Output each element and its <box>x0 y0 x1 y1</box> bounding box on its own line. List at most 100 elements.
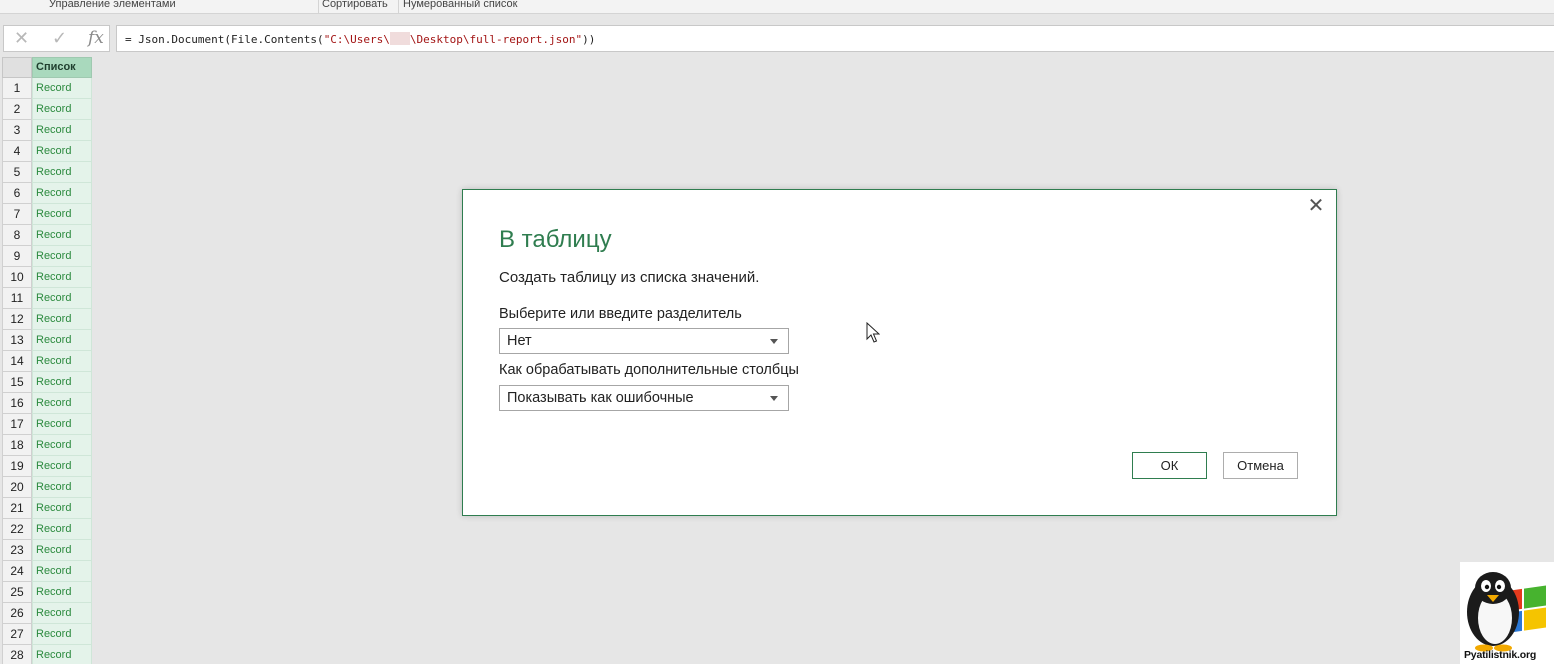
table-row[interactable]: 19 Record <box>2 456 92 477</box>
row-number[interactable]: 10 <box>2 267 32 288</box>
confirm-icon[interactable]: ✓ <box>52 28 67 49</box>
row-number[interactable]: 13 <box>2 330 32 351</box>
table-row[interactable]: 16 Record <box>2 393 92 414</box>
fx-icon[interactable]: fx <box>88 28 104 48</box>
record-cell[interactable]: Record <box>32 561 92 582</box>
table-row[interactable]: 14 Record <box>2 351 92 372</box>
record-cell[interactable]: Record <box>32 309 92 330</box>
table-row[interactable]: 15 Record <box>2 372 92 393</box>
delimiter-select[interactable]: Нет <box>499 328 789 354</box>
table-row[interactable]: 23 Record <box>2 540 92 561</box>
table-row[interactable]: 17 Record <box>2 414 92 435</box>
table-row[interactable]: 21 Record <box>2 498 92 519</box>
row-number[interactable]: 1 <box>2 78 32 99</box>
row-number[interactable]: 21 <box>2 498 32 519</box>
row-number[interactable]: 19 <box>2 456 32 477</box>
row-number[interactable]: 9 <box>2 246 32 267</box>
table-row[interactable]: 9 Record <box>2 246 92 267</box>
cancel-button[interactable]: Отмена <box>1223 452 1298 479</box>
row-number[interactable]: 3 <box>2 120 32 141</box>
row-number[interactable]: 7 <box>2 204 32 225</box>
row-number[interactable]: 11 <box>2 288 32 309</box>
record-cell[interactable]: Record <box>32 162 92 183</box>
record-cell[interactable]: Record <box>32 372 92 393</box>
table-row[interactable]: 25 Record <box>2 582 92 603</box>
table-row[interactable]: 20 Record <box>2 477 92 498</box>
table-row[interactable]: 26 Record <box>2 603 92 624</box>
record-cell[interactable]: Record <box>32 330 92 351</box>
record-cell[interactable]: Record <box>32 99 92 120</box>
record-cell[interactable]: Record <box>32 603 92 624</box>
record-cell[interactable]: Record <box>32 645 92 664</box>
row-number[interactable]: 4 <box>2 141 32 162</box>
formula-input[interactable]: = Json.Document(File.Contents("C:\Users\… <box>116 25 1554 52</box>
record-cell[interactable]: Record <box>32 477 92 498</box>
row-number[interactable]: 2 <box>2 99 32 120</box>
table-row[interactable]: 7 Record <box>2 204 92 225</box>
record-cell[interactable]: Record <box>32 183 92 204</box>
record-cell[interactable]: Record <box>32 393 92 414</box>
row-number[interactable]: 18 <box>2 435 32 456</box>
record-cell[interactable]: Record <box>32 120 92 141</box>
row-number[interactable]: 6 <box>2 183 32 204</box>
table-row[interactable]: 8 Record <box>2 225 92 246</box>
row-number[interactable]: 15 <box>2 372 32 393</box>
record-cell[interactable]: Record <box>32 267 92 288</box>
cancel-icon[interactable]: ✕ <box>14 28 29 49</box>
table-row[interactable]: 10 Record <box>2 267 92 288</box>
table-row[interactable]: 1 Record <box>2 78 92 99</box>
table-row[interactable]: 11 Record <box>2 288 92 309</box>
record-cell[interactable]: Record <box>32 204 92 225</box>
ok-button[interactable]: ОК <box>1132 452 1207 479</box>
table-row[interactable]: 12 Record <box>2 309 92 330</box>
row-number[interactable]: 25 <box>2 582 32 603</box>
table-row[interactable]: 28 Record <box>2 645 92 664</box>
row-number[interactable]: 16 <box>2 393 32 414</box>
table-row[interactable]: 18 Record <box>2 435 92 456</box>
record-cell[interactable]: Record <box>32 519 92 540</box>
row-number[interactable]: 23 <box>2 540 32 561</box>
row-number[interactable]: 8 <box>2 225 32 246</box>
grid-corner[interactable] <box>2 57 32 78</box>
to-table-dialog: ✕ В таблицу Создать таблицу из списка зн… <box>462 189 1337 516</box>
table-row[interactable]: 24 Record <box>2 561 92 582</box>
row-number[interactable]: 27 <box>2 624 32 645</box>
row-number[interactable]: 17 <box>2 414 32 435</box>
table-row[interactable]: 5 Record <box>2 162 92 183</box>
extra-columns-select[interactable]: Показывать как ошибочные <box>499 385 789 411</box>
record-cell[interactable]: Record <box>32 246 92 267</box>
record-cell[interactable]: Record <box>32 540 92 561</box>
record-cell[interactable]: Record <box>32 582 92 603</box>
penguin-logo-icon <box>1467 572 1546 652</box>
record-cell[interactable]: Record <box>32 414 92 435</box>
record-cell[interactable]: Record <box>32 141 92 162</box>
watermark-text: Pyatilistnik.org <box>1464 649 1537 661</box>
row-number[interactable]: 12 <box>2 309 32 330</box>
table-row[interactable]: 22 Record <box>2 519 92 540</box>
table-row[interactable]: 3 Record <box>2 120 92 141</box>
row-number[interactable]: 24 <box>2 561 32 582</box>
close-icon[interactable]: ✕ <box>1307 195 1325 215</box>
record-cell[interactable]: Record <box>32 435 92 456</box>
record-cell[interactable]: Record <box>32 351 92 372</box>
row-number[interactable]: 22 <box>2 519 32 540</box>
table-row[interactable]: 27 Record <box>2 624 92 645</box>
record-cell[interactable]: Record <box>32 498 92 519</box>
row-number[interactable]: 14 <box>2 351 32 372</box>
table-row[interactable]: 13 Record <box>2 330 92 351</box>
table-row[interactable]: 2 Record <box>2 99 92 120</box>
row-number[interactable]: 5 <box>2 162 32 183</box>
column-header-list[interactable]: Список <box>32 57 92 78</box>
row-number[interactable]: 26 <box>2 603 32 624</box>
record-cell[interactable]: Record <box>32 624 92 645</box>
record-cell[interactable]: Record <box>32 78 92 99</box>
row-number[interactable]: 20 <box>2 477 32 498</box>
ribbon-separator <box>318 0 319 13</box>
record-cell[interactable]: Record <box>32 288 92 309</box>
record-cell[interactable]: Record <box>32 456 92 477</box>
table-row[interactable]: 4 Record <box>2 141 92 162</box>
record-cell[interactable]: Record <box>32 225 92 246</box>
table-row[interactable]: 6 Record <box>2 183 92 204</box>
row-number[interactable]: 28 <box>2 645 32 664</box>
extra-columns-select-value: Показывать как ошибочные <box>507 390 694 406</box>
